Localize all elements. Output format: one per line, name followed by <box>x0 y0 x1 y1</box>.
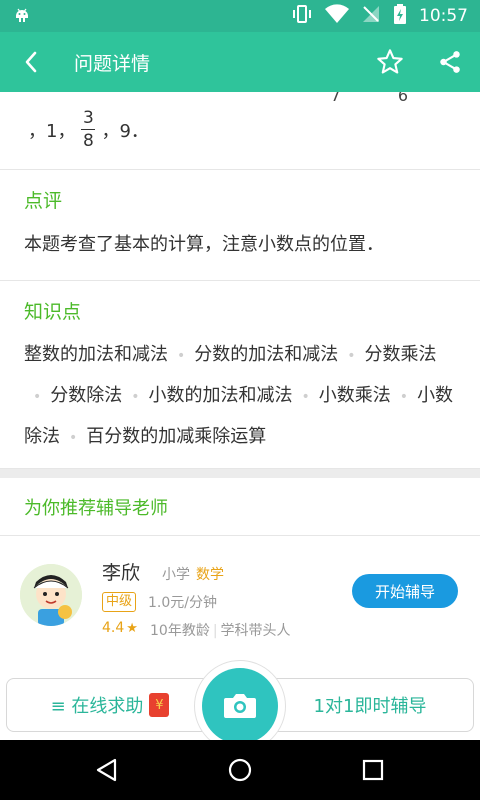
android-icon <box>12 4 32 28</box>
teacher-years: 10年教龄 <box>150 623 210 639</box>
vibrate-icon <box>291 4 313 28</box>
start-tutoring-button[interactable]: 开始辅导 <box>352 574 458 608</box>
back-button[interactable] <box>0 32 64 92</box>
teacher-grade-subject: 小学 数学 <box>162 564 224 584</box>
no-signal-icon <box>361 4 381 28</box>
teacher-grade: 小学 <box>162 567 190 583</box>
comment-title: 点评 <box>24 190 63 212</box>
page-title: 问题详情 <box>74 52 151 75</box>
teacher-rating: 4.4 ★ <box>102 620 138 636</box>
recents-square-icon <box>363 759 384 781</box>
fraction-denominator: 8 <box>83 131 94 151</box>
online-help-button[interactable]: ≡ 在线求助 ¥ <box>6 678 214 732</box>
knowledge-item[interactable]: 百分数的加减乘除运算 <box>86 426 266 447</box>
separator-dot: • <box>301 389 310 405</box>
seq-part-1: ，1， <box>28 120 76 142</box>
status-bar: 10:57 <box>0 0 480 32</box>
knowledge-item[interactable]: 小数乘法 <box>319 385 391 406</box>
nav-back-button[interactable] <box>77 740 137 800</box>
fraction-bar <box>81 129 96 130</box>
teacher-tag: 学科带头人 <box>220 623 291 639</box>
app-bar: 问题详情 <box>0 32 480 92</box>
teacher-subject: 数学 <box>196 567 224 583</box>
nav-home-button[interactable] <box>210 740 270 800</box>
teacher-name: 李欣 <box>102 562 141 584</box>
knowledge-list: 整数的加法和减法 • 分数的加法和减法 • 分数乘法 • 分数除法 • 小数的加法和减法 • 小数乘… <box>24 329 456 468</box>
camera-button[interactable] <box>202 668 278 744</box>
separator-dot: • <box>399 389 409 405</box>
recommend-title: 为你推荐辅导老师 <box>0 478 480 536</box>
comment-section: 点评 本题考查了基本的计算，注意小数点的位置． <box>0 170 480 281</box>
separator-dot: • <box>131 389 140 405</box>
red-packet-icon: ¥ <box>149 693 170 717</box>
knowledge-title: 知识点 <box>24 301 82 323</box>
rating-value: 4.4 <box>102 620 125 636</box>
clock: 10:57 <box>419 6 468 26</box>
share-icon <box>440 51 460 73</box>
battery-icon <box>393 4 407 28</box>
knowledge-item[interactable]: 分数的加法和减法 <box>194 344 338 365</box>
bottom-action-bar: ≡ 在线求助 ¥ 1对1即时辅导 <box>0 660 480 752</box>
back-arrow-icon <box>25 51 37 73</box>
teacher-price: 1.0元/分钟 <box>148 595 217 611</box>
one-on-one-button[interactable]: 1对1即时辅导 <box>266 678 474 732</box>
star-icon <box>377 49 403 74</box>
knowledge-item[interactable]: 小数的加法和减法 <box>149 385 293 406</box>
separator-dot: • <box>33 389 42 405</box>
knowledge-item[interactable]: 整数的加法和减法 <box>24 344 168 365</box>
camera-icon <box>224 694 256 718</box>
knowledge-item[interactable]: 分数除法 <box>50 385 122 406</box>
teacher-experience: 10年教龄 | 学科带头人 <box>150 620 291 640</box>
separator-dot: • <box>177 348 186 364</box>
fraction-numerator: 3 <box>83 108 94 128</box>
online-help-label: ≡ 在线求助 <box>50 696 144 717</box>
knowledge-section: 知识点 整数的加法和减法 • 分数的加法和减法 • 分数乘法 • 分数除法 • 小数的加法和减法… <box>0 281 480 469</box>
question-tail: 7 6 ，1， 3 8 ，9． <box>0 92 480 170</box>
knowledge-item[interactable]: 分数乘法 <box>365 344 437 365</box>
favorite-button[interactable] <box>360 32 420 92</box>
star-icon: ★ <box>126 621 138 636</box>
share-button[interactable] <box>420 32 480 92</box>
teacher-level-badge: 中级 <box>102 592 137 612</box>
comment-text: 本题考查了基本的计算，注意小数点的位置． <box>24 234 384 255</box>
number-sequence: ，1， 3 8 ，9． <box>28 108 149 151</box>
teacher-avatar <box>20 564 82 626</box>
content-scroll[interactable]: 7 6 ，1， 3 8 ，9． 点评 本题考查了基本的计算，注意小数点的位置． … <box>0 92 480 670</box>
cut-fraction: 7 6 <box>330 92 434 105</box>
teacher-card[interactable]: 李欣 小学 数学 中级 1.0元/分钟 4.4 ★ 10年教龄 | 学科带头人 开始辅导 <box>0 536 480 648</box>
nav-recents-button[interactable] <box>343 740 403 800</box>
back-triangle-icon <box>96 758 116 782</box>
system-nav-bar <box>0 740 480 800</box>
wifi-icon <box>325 4 349 28</box>
fraction: 3 8 <box>81 108 96 151</box>
divider: | <box>212 623 218 639</box>
home-circle-icon <box>228 758 252 782</box>
separator-dot: • <box>347 348 356 364</box>
section-gap <box>0 469 480 478</box>
separator-dot: • <box>69 430 78 446</box>
seq-part-2: ，9． <box>101 120 149 142</box>
